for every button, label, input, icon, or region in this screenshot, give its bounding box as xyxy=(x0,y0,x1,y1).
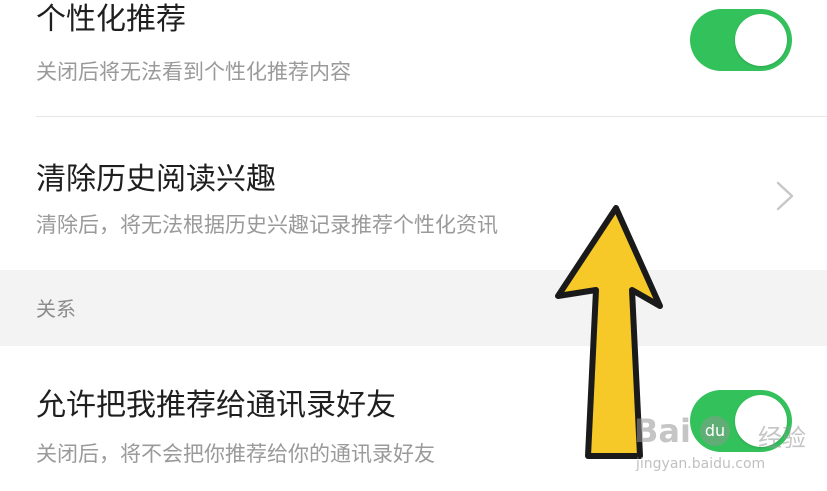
watermark-url: jingyan.baidu.com xyxy=(636,456,766,472)
baidu-watermark: Bai du 经验 jingyan.baidu.com xyxy=(634,412,824,482)
setting-subtitle-personalized: 关闭后将无法看到个性化推荐内容 xyxy=(36,60,351,84)
chevron-right-icon[interactable] xyxy=(774,180,796,212)
watermark-brand: Bai xyxy=(634,412,691,450)
personalized-toggle[interactable] xyxy=(690,9,792,71)
setting-row-clear-history[interactable]: 清除历史阅读兴趣 清除后，将无法根据历史兴趣记录推荐个性化资讯 xyxy=(0,117,827,270)
setting-title-recommend-contacts: 允许把我推荐给通讯录好友 xyxy=(36,388,396,423)
toggle-knob xyxy=(735,14,787,66)
settings-page: 个性化推荐 关闭后将无法看到个性化推荐内容 清除历史阅读兴趣 清除后，将无法根据… xyxy=(0,0,827,491)
setting-title-personalized: 个性化推荐 xyxy=(36,2,186,37)
section-label-relations: 关系 xyxy=(36,297,76,321)
setting-row-personalized[interactable]: 个性化推荐 关闭后将无法看到个性化推荐内容 xyxy=(0,0,827,116)
setting-subtitle-clear-history: 清除后，将无法根据历史兴趣记录推荐个性化资讯 xyxy=(36,213,498,237)
setting-title-clear-history: 清除历史阅读兴趣 xyxy=(36,162,276,197)
baidu-paw-icon: du xyxy=(700,416,730,446)
setting-subtitle-recommend-contacts: 关闭后，将不会把你推荐给你的通讯录好友 xyxy=(36,442,435,466)
watermark-brand-suffix: 经验 xyxy=(758,424,806,452)
section-header-relations: 关系 xyxy=(0,270,827,346)
